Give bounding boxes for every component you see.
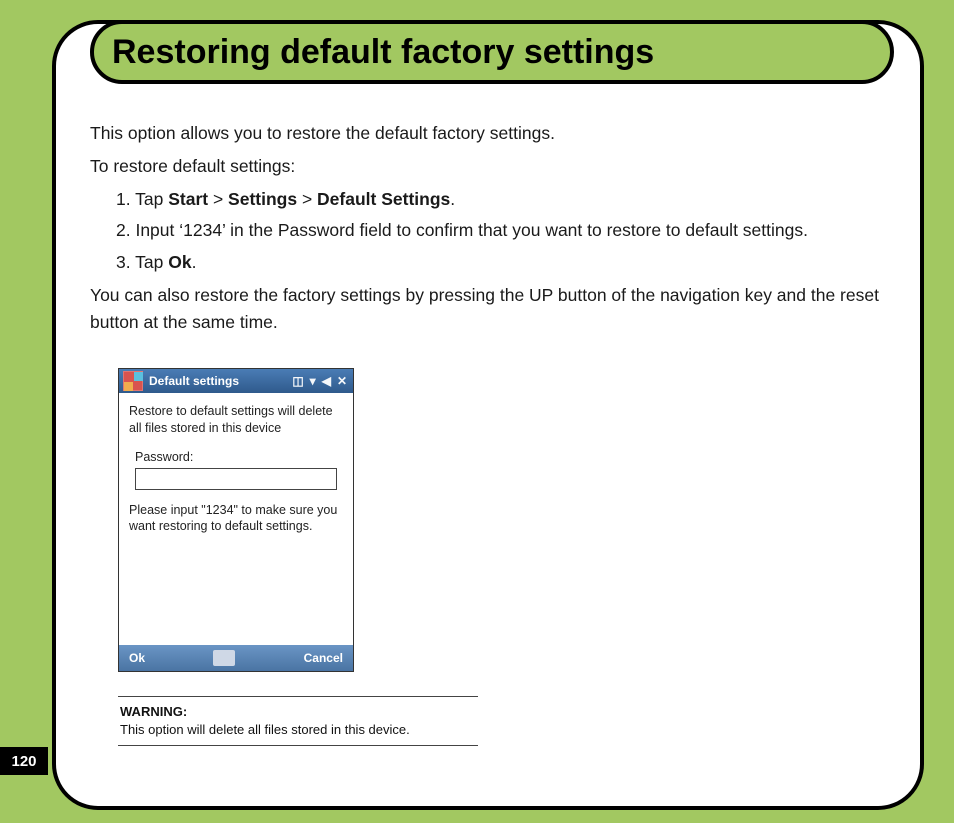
step-1-sep2: > xyxy=(297,189,317,209)
step-1-settings: Settings xyxy=(228,189,297,209)
password-input[interactable] xyxy=(135,468,337,490)
start-flag-icon xyxy=(123,371,143,391)
signal-icon: ▾ xyxy=(310,372,316,391)
device-titlebar: Default settings ◫ ▾ ◀ ✕ xyxy=(119,369,353,393)
step-1-sep1: > xyxy=(208,189,228,209)
device-screenshot: Default settings ◫ ▾ ◀ ✕ Restore to defa… xyxy=(118,368,354,672)
page-card: Restoring default factory settings This … xyxy=(52,20,924,810)
step-3-pre: 3. Tap xyxy=(116,252,168,272)
outro-text: You can also restore the factory setting… xyxy=(90,282,894,336)
intro-text: This option allows you to restore the de… xyxy=(90,120,894,147)
step-1: 1. Tap Start > Settings > Default Settin… xyxy=(116,186,894,213)
warning-block: WARNING: This option will delete all fil… xyxy=(118,696,478,746)
page-title-pill: Restoring default factory settings xyxy=(90,20,894,84)
cancel-button[interactable]: Cancel xyxy=(304,649,343,668)
close-icon: ✕ xyxy=(337,372,347,391)
step-2: 2. Input ‘1234’ in the Password field to… xyxy=(116,217,894,244)
page-content: This option allows you to restore the de… xyxy=(90,120,894,746)
bluetooth-icon: ◫ xyxy=(292,372,303,391)
step-3-post: . xyxy=(192,252,197,272)
step-3-ok: Ok xyxy=(168,252,191,272)
step-1-pre: 1. Tap xyxy=(116,189,168,209)
password-label: Password: xyxy=(135,449,343,466)
warning-text: This option will delete all files stored… xyxy=(120,721,476,739)
warning-label: WARNING: xyxy=(120,703,476,721)
device-status-icons: ◫ ▾ ◀ ✕ xyxy=(292,372,353,391)
step-3: 3. Tap Ok. xyxy=(116,249,894,276)
page-number: 120 xyxy=(0,747,48,775)
step-1-start: Start xyxy=(168,189,208,209)
keyboard-icon[interactable] xyxy=(213,650,235,666)
device-hint-text: Please input "1234" to make sure you wan… xyxy=(129,502,343,536)
ok-button[interactable]: Ok xyxy=(129,649,145,668)
page-title: Restoring default factory settings xyxy=(112,33,654,72)
step-1-post: . xyxy=(450,189,455,209)
device-footer: Ok Cancel xyxy=(119,645,353,671)
step-1-default: Default Settings xyxy=(317,189,450,209)
device-body: Restore to default settings will delete … xyxy=(119,393,353,645)
device-warning-text: Restore to default settings will delete … xyxy=(129,403,343,437)
device-title: Default settings xyxy=(147,372,292,391)
volume-icon: ◀ xyxy=(322,372,331,391)
steps-list: 1. Tap Start > Settings > Default Settin… xyxy=(116,186,894,275)
lead-text: To restore default settings: xyxy=(90,153,894,180)
